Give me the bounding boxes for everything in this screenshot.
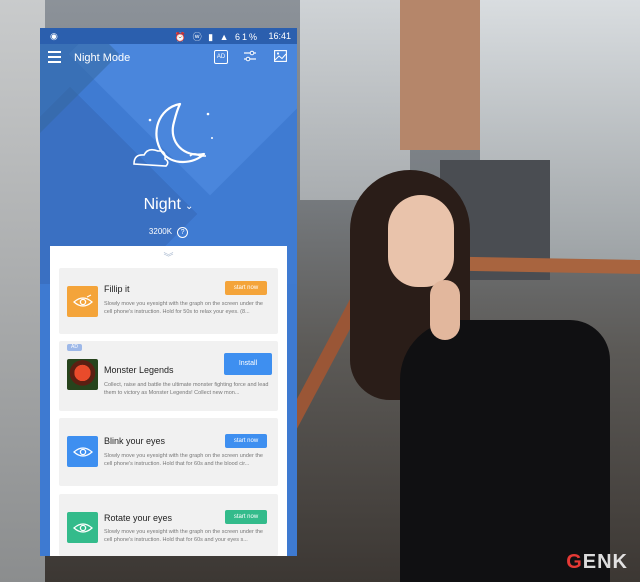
ad-icon[interactable]: AD — [214, 50, 228, 64]
app-bar: Night Mode AD — [40, 44, 297, 72]
building — [400, 0, 490, 150]
item-description: Slowly move you eyesight with the graph … — [104, 529, 263, 543]
list-item[interactable]: Blink your eyes start now Slowly move yo… — [59, 418, 278, 486]
collapse-chevron-icon[interactable]: ︾ — [50, 249, 287, 264]
image-icon[interactable] — [273, 50, 287, 64]
menu-icon[interactable] — [48, 51, 61, 63]
start-now-button[interactable]: start now — [225, 434, 267, 448]
eye-icon: ◉ — [50, 31, 58, 41]
slider-icon[interactable] — [243, 50, 257, 64]
item-title: Rotate your eyes — [104, 513, 173, 523]
status-icons: ⏰ ⓦ ▮ ▲ 61% — [174, 32, 259, 42]
status-time: 16:41 — [268, 31, 291, 41]
chevron-down-icon[interactable]: ⌄ — [185, 201, 193, 212]
item-description: Slowly move you eyesight with the graph … — [104, 453, 263, 467]
building — [0, 0, 45, 582]
mode-name[interactable]: Night — [144, 196, 181, 213]
help-icon[interactable]: ? — [177, 227, 189, 238]
list-item-ad[interactable]: AD Monster Legends Install Collect, rais… — [59, 341, 278, 411]
item-title: Fillip it — [104, 284, 130, 294]
item-description: Slowly move you eyesight with the graph … — [104, 301, 263, 315]
app-title: Night Mode — [74, 52, 131, 64]
mode-selector: Night ⌄ — [40, 196, 297, 214]
list-item[interactable]: Fillip it start now Slowly move you eyes… — [59, 268, 278, 334]
install-button[interactable]: Install — [224, 353, 272, 375]
monster-legends-app-icon — [67, 359, 98, 390]
eye-icon — [67, 512, 98, 543]
start-now-button[interactable]: start now — [225, 510, 267, 524]
moon-illustration — [128, 98, 218, 178]
color-temperature: 3200K? — [40, 227, 297, 238]
temperature-value: 3200K — [148, 227, 173, 236]
eye-icon — [67, 436, 98, 467]
list-item[interactable]: Rotate your eyes start now Slowly move y… — [59, 494, 278, 556]
phone-screen: ◉ ⏰ ⓦ ▮ ▲ 61% 16:41 Night Mode AD Night ⌄… — [40, 28, 297, 556]
item-title: Blink your eyes — [104, 436, 166, 446]
watermark-logo: GENK — [566, 551, 628, 574]
woman-arm — [430, 280, 460, 340]
item-title: Monster Legends — [104, 365, 174, 375]
watermark-prefix: G — [566, 551, 583, 573]
building — [300, 0, 410, 200]
woman-dress — [400, 320, 610, 582]
card-list[interactable]: ︾ Fillip it start now Slowly move you ey… — [50, 246, 287, 556]
item-description: Collect, raise and battle the ultimate m… — [104, 382, 269, 396]
start-now-button[interactable]: start now — [225, 281, 267, 295]
eye-icon — [67, 286, 98, 317]
status-bar: ◉ ⏰ ⓦ ▮ ▲ 61% 16:41 — [40, 28, 297, 44]
ad-badge: AD — [67, 344, 82, 351]
woman-face — [388, 195, 454, 287]
watermark-rest: ENK — [582, 551, 628, 573]
